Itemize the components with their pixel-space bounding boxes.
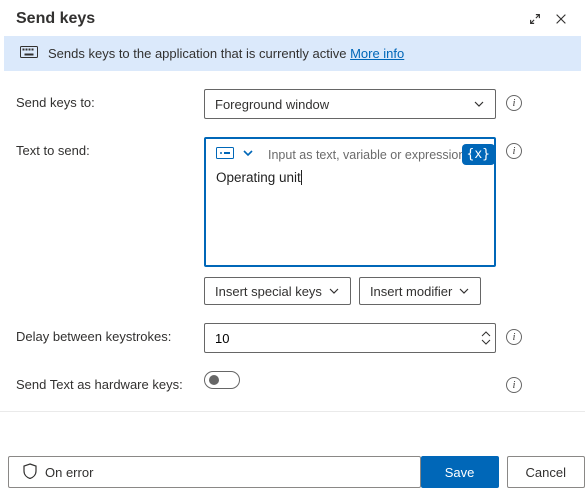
- info-banner: Sends keys to the application that is cu…: [4, 36, 581, 71]
- delay-label: Delay between keystrokes:: [16, 323, 204, 344]
- more-info-link[interactable]: More info: [350, 46, 404, 61]
- hardware-keys-label: Send Text as hardware keys:: [16, 371, 204, 392]
- spinner-down-icon[interactable]: [481, 338, 491, 346]
- keyboard-icon: [20, 46, 38, 61]
- dialog-title: Send keys: [16, 10, 95, 28]
- dialog-footer: On error Save Cancel: [0, 442, 585, 502]
- info-icon[interactable]: i: [506, 377, 522, 393]
- text-to-send-value: Operating unit: [216, 170, 301, 185]
- insert-special-keys-button[interactable]: Insert special keys: [204, 277, 351, 305]
- send-keys-to-label: Send keys to:: [16, 89, 204, 110]
- insert-variable-button[interactable]: {x}: [462, 144, 495, 165]
- text-to-send-placeholder: Input as text, variable or expression: [268, 148, 484, 162]
- delay-spinner[interactable]: [204, 323, 496, 353]
- info-icon[interactable]: i: [506, 95, 522, 111]
- expand-icon[interactable]: [527, 11, 543, 27]
- send-keys-to-select[interactable]: Foreground window: [204, 89, 496, 119]
- shield-icon: [23, 463, 37, 482]
- text-to-send-label: Text to send:: [16, 137, 204, 158]
- send-keys-to-value: Foreground window: [215, 97, 329, 112]
- chevron-down-icon: [328, 285, 340, 297]
- insert-modifier-button[interactable]: Insert modifier: [359, 277, 481, 305]
- banner-text: Sends keys to the application that is cu…: [48, 46, 346, 61]
- hardware-keys-toggle[interactable]: [204, 371, 240, 389]
- chevron-down-icon: [458, 285, 470, 297]
- divider: [0, 411, 585, 412]
- info-icon[interactable]: i: [506, 329, 522, 345]
- on-error-button[interactable]: On error: [8, 456, 421, 488]
- text-to-send-input[interactable]: Input as text, variable or expression {x…: [204, 137, 496, 267]
- chevron-down-icon: [473, 98, 485, 110]
- dialog-header: Send keys: [0, 0, 585, 36]
- cancel-button[interactable]: Cancel: [507, 456, 585, 488]
- delay-input[interactable]: [215, 331, 481, 346]
- input-type-icon[interactable]: [216, 147, 234, 162]
- info-icon[interactable]: i: [506, 143, 522, 159]
- save-button[interactable]: Save: [421, 456, 499, 488]
- spinner-up-icon[interactable]: [481, 330, 491, 338]
- input-type-chevron-icon[interactable]: [242, 147, 254, 162]
- close-icon[interactable]: [553, 11, 569, 27]
